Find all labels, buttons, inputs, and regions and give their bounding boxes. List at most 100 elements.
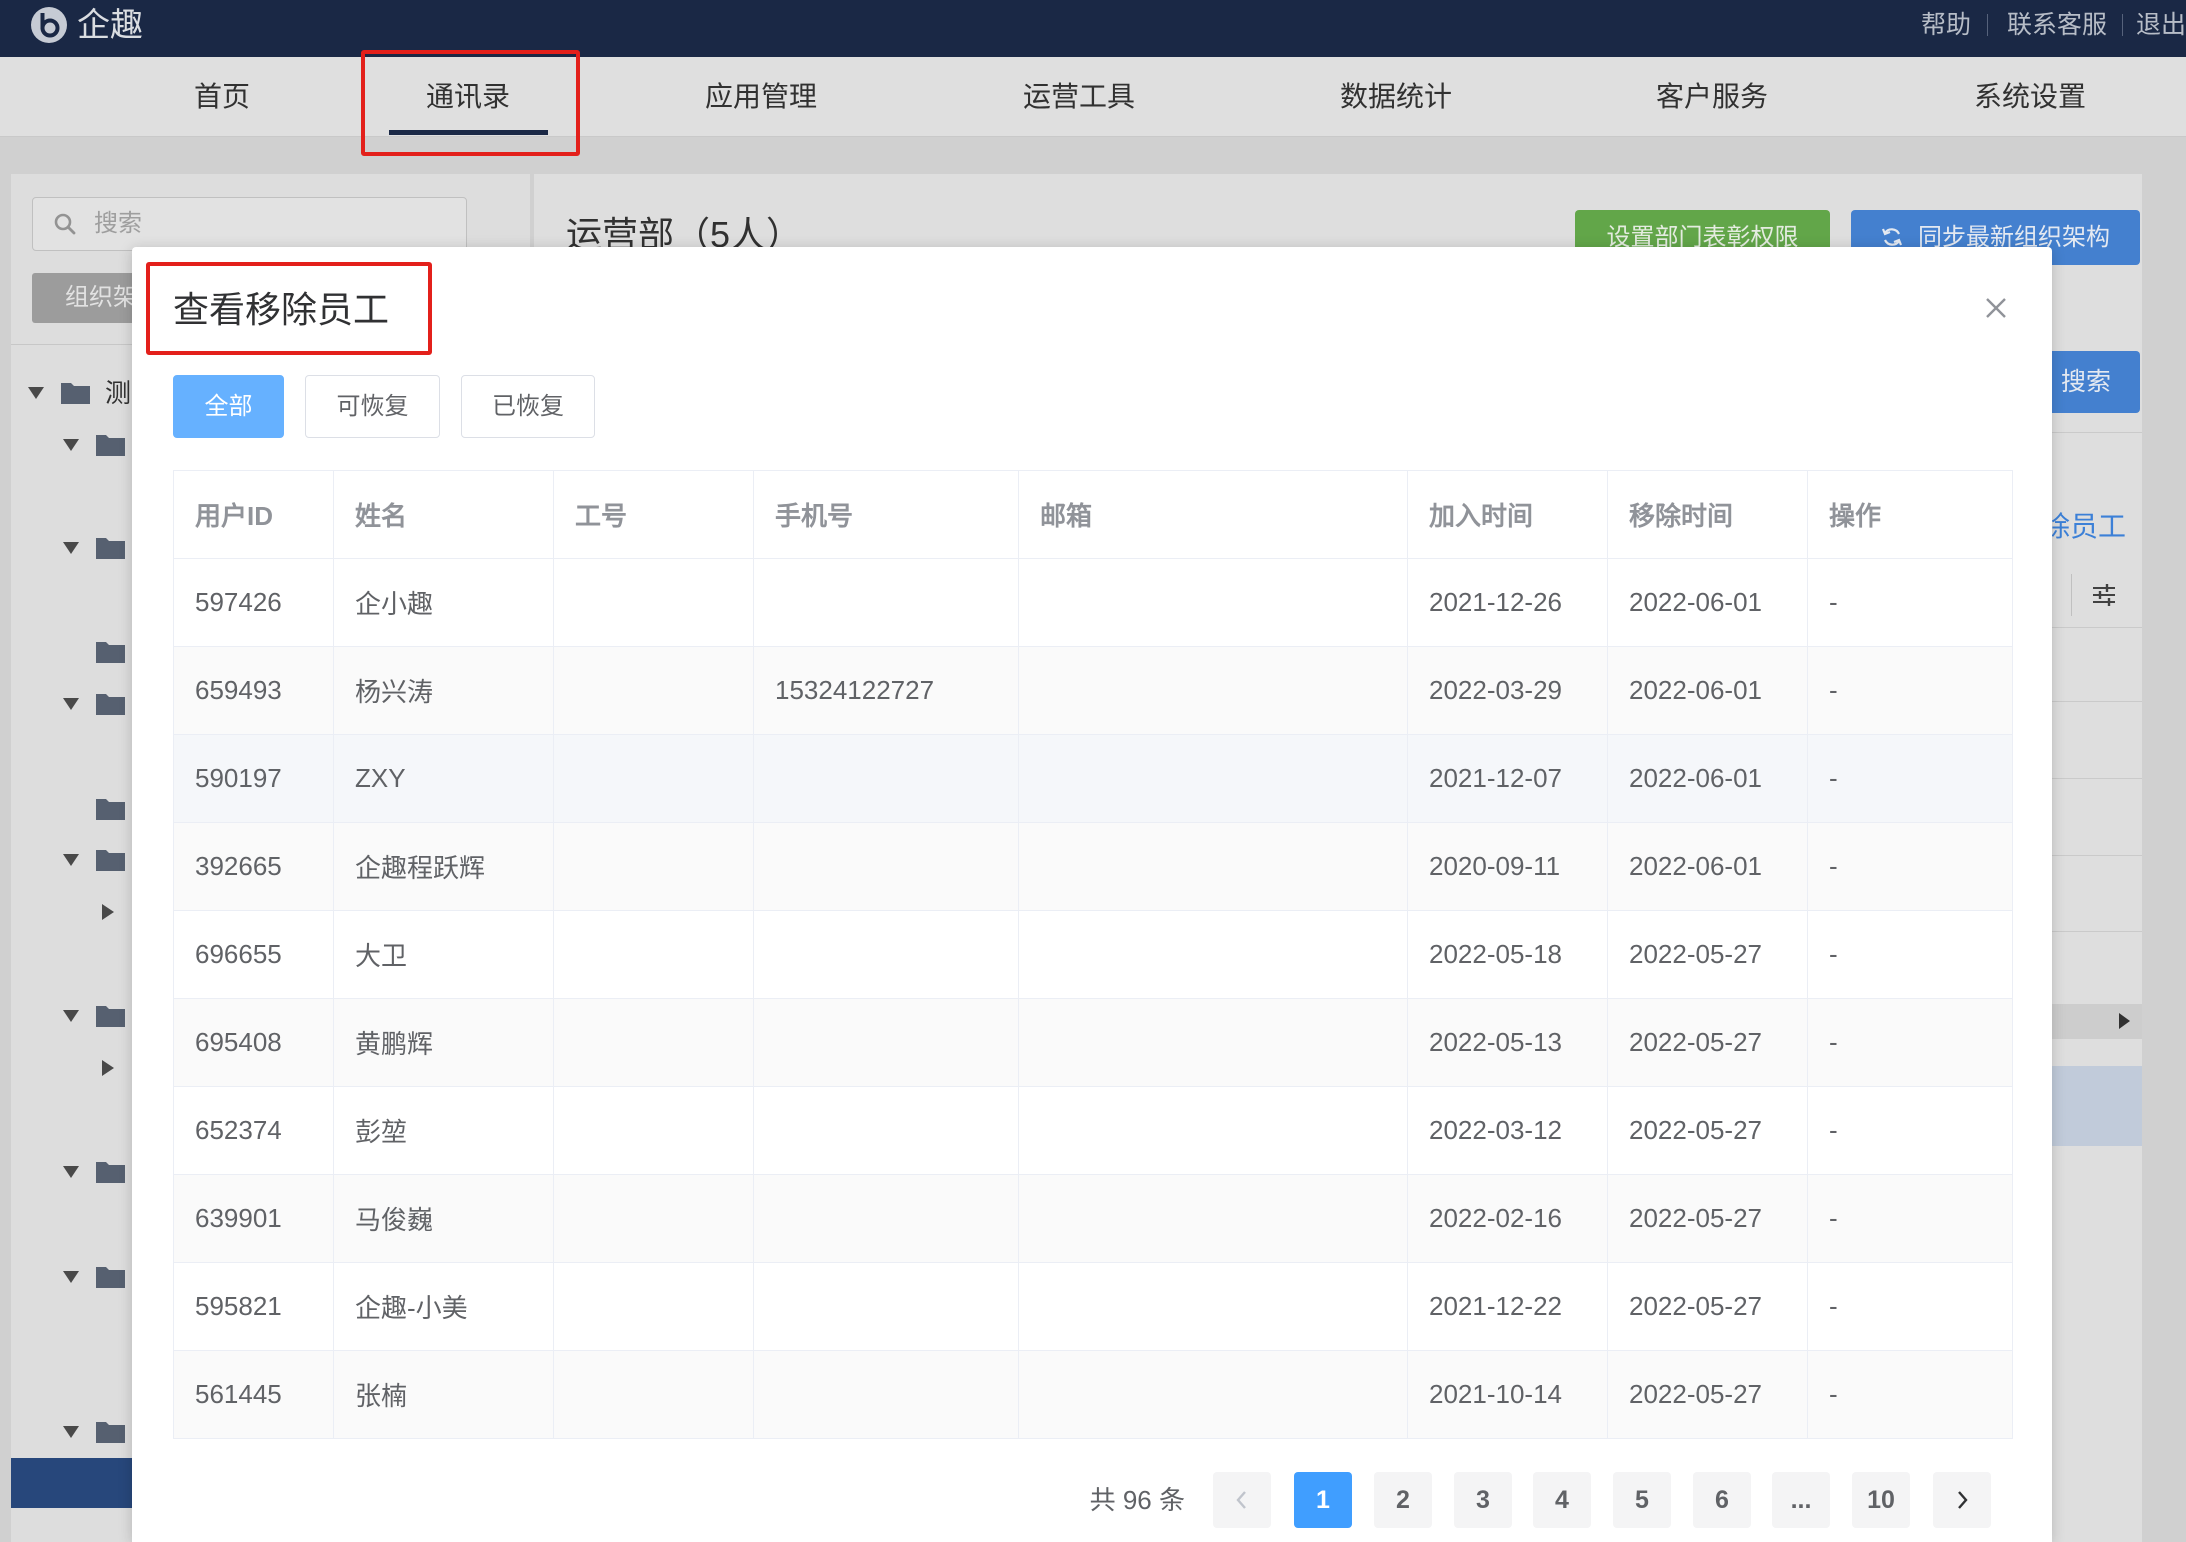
filter-recovered-button[interactable]: 已恢复 <box>461 375 595 438</box>
cell-email <box>1018 734 1408 823</box>
table-row: 639901 马俊巍 2022-02-16 2022-05-27 - <box>173 1174 2013 1263</box>
pagination-more-button[interactable]: ... <box>1772 1472 1830 1528</box>
pagination-prev-button[interactable] <box>1213 1472 1271 1528</box>
cell-join-date: 2022-05-18 <box>1407 910 1608 999</box>
col-header-employee-no: 工号 <box>553 470 754 559</box>
cell-remove-date: 2022-05-27 <box>1607 1086 1808 1175</box>
cell-remove-date: 2022-05-27 <box>1607 910 1808 999</box>
filter-recoverable-button[interactable]: 可恢复 <box>305 375 440 438</box>
cell-name: 黄鹏辉 <box>333 998 554 1087</box>
cell-email <box>1018 822 1408 911</box>
cell-remove-date: 2022-05-27 <box>1607 1350 1808 1439</box>
cell-phone <box>753 910 1019 999</box>
pagination-page-button[interactable]: 1 <box>1294 1472 1352 1528</box>
removed-employees-dialog: 查看移除员工 全部 可恢复 已恢复 用户ID 姓名 工号 手机号 邮箱 加入时间… <box>132 247 2052 1542</box>
removed-employees-table: 用户ID 姓名 工号 手机号 邮箱 加入时间 移除时间 操作 597426 企小… <box>173 470 2013 1439</box>
cell-name: 企趣程跃辉 <box>333 822 554 911</box>
cell-action: - <box>1807 910 2013 999</box>
cell-employee-no <box>553 910 754 999</box>
cell-email <box>1018 1174 1408 1263</box>
cell-phone <box>753 822 1019 911</box>
cell-user-id: 659493 <box>173 646 334 735</box>
cell-join-date: 2022-05-13 <box>1407 998 1608 1087</box>
cell-name: 彭堃 <box>333 1086 554 1175</box>
cell-remove-date: 2022-06-01 <box>1607 734 1808 823</box>
cell-remove-date: 2022-06-01 <box>1607 822 1808 911</box>
close-icon[interactable] <box>1983 295 2009 321</box>
cell-join-date: 2022-03-12 <box>1407 1086 1608 1175</box>
cell-join-date: 2022-02-16 <box>1407 1174 1608 1263</box>
cell-employee-no <box>553 646 754 735</box>
cell-action: - <box>1807 998 2013 1087</box>
table-row: 561445 张楠 2021-10-14 2022-05-27 - <box>173 1350 2013 1439</box>
cell-action: - <box>1807 646 2013 735</box>
cell-user-id: 597426 <box>173 558 334 647</box>
pagination-next-button[interactable] <box>1933 1472 1991 1528</box>
cell-email <box>1018 910 1408 999</box>
cell-email <box>1018 558 1408 647</box>
cell-remove-date: 2022-05-27 <box>1607 1174 1808 1263</box>
table-row: 696655 大卫 2022-05-18 2022-05-27 - <box>173 910 2013 999</box>
pagination-page-button[interactable]: 5 <box>1613 1472 1671 1528</box>
table-row: 652374 彭堃 2022-03-12 2022-05-27 - <box>173 1086 2013 1175</box>
cell-action: - <box>1807 1350 2013 1439</box>
cell-name: 马俊巍 <box>333 1174 554 1263</box>
cell-phone <box>753 1086 1019 1175</box>
cell-employee-no <box>553 1174 754 1263</box>
cell-action: - <box>1807 734 2013 823</box>
table-row: 597426 企小趣 2021-12-26 2022-06-01 - <box>173 558 2013 647</box>
table-header-row: 用户ID 姓名 工号 手机号 邮箱 加入时间 移除时间 操作 <box>173 470 2013 559</box>
cell-join-date: 2022-03-29 <box>1407 646 1608 735</box>
cell-phone <box>753 734 1019 823</box>
cell-phone <box>753 1350 1019 1439</box>
cell-user-id: 695408 <box>173 998 334 1087</box>
modal-title: 查看移除员工 <box>173 289 390 330</box>
cell-name: 企小趣 <box>333 558 554 647</box>
cell-email <box>1018 1350 1408 1439</box>
cell-employee-no <box>553 998 754 1087</box>
cell-employee-no <box>553 734 754 823</box>
cell-remove-date: 2022-05-27 <box>1607 1262 1808 1351</box>
table-row: 695408 黄鹏辉 2022-05-13 2022-05-27 - <box>173 998 2013 1087</box>
cell-employee-no <box>553 1262 754 1351</box>
cell-remove-date: 2022-06-01 <box>1607 646 1808 735</box>
pagination-page-button[interactable]: 3 <box>1454 1472 1512 1528</box>
cell-name: ZXY <box>333 734 554 823</box>
cell-action: - <box>1807 558 2013 647</box>
cell-action: - <box>1807 1086 2013 1175</box>
col-header-join-date: 加入时间 <box>1407 470 1608 559</box>
cell-phone <box>753 558 1019 647</box>
cell-email <box>1018 998 1408 1087</box>
cell-name: 企趣-小美 <box>333 1262 554 1351</box>
table-row: 590197 ZXY 2021-12-07 2022-06-01 - <box>173 734 2013 823</box>
cell-employee-no <box>553 1350 754 1439</box>
pagination-page-button[interactable]: 4 <box>1533 1472 1591 1528</box>
cell-user-id: 639901 <box>173 1174 334 1263</box>
pagination-total: 共 96 条 <box>1089 1485 1185 1515</box>
cell-join-date: 2021-12-22 <box>1407 1262 1608 1351</box>
cell-join-date: 2021-12-07 <box>1407 734 1608 823</box>
table-row: 392665 企趣程跃辉 2020-09-11 2022-06-01 - <box>173 822 2013 911</box>
cell-phone <box>753 998 1019 1087</box>
cell-employee-no <box>553 558 754 647</box>
chevron-right-icon <box>1958 1491 1968 1509</box>
cell-name: 杨兴涛 <box>333 646 554 735</box>
col-header-user-id: 用户ID <box>173 470 334 559</box>
col-header-remove-date: 移除时间 <box>1607 470 1808 559</box>
cell-action: - <box>1807 1174 2013 1263</box>
filter-all-button[interactable]: 全部 <box>173 375 284 438</box>
cell-name: 大卫 <box>333 910 554 999</box>
cell-email <box>1018 1086 1408 1175</box>
cell-phone <box>753 1174 1019 1263</box>
cell-email <box>1018 1262 1408 1351</box>
cell-join-date: 2020-09-11 <box>1407 822 1608 911</box>
cell-remove-date: 2022-05-27 <box>1607 998 1808 1087</box>
cell-name: 张楠 <box>333 1350 554 1439</box>
pagination-page-button[interactable]: 10 <box>1852 1472 1910 1528</box>
col-header-email: 邮箱 <box>1018 470 1408 559</box>
pagination-page-button[interactable]: 6 <box>1693 1472 1751 1528</box>
cell-user-id: 561445 <box>173 1350 334 1439</box>
cell-phone <box>753 1262 1019 1351</box>
pagination-page-button[interactable]: 2 <box>1374 1472 1432 1528</box>
cell-action: - <box>1807 822 2013 911</box>
